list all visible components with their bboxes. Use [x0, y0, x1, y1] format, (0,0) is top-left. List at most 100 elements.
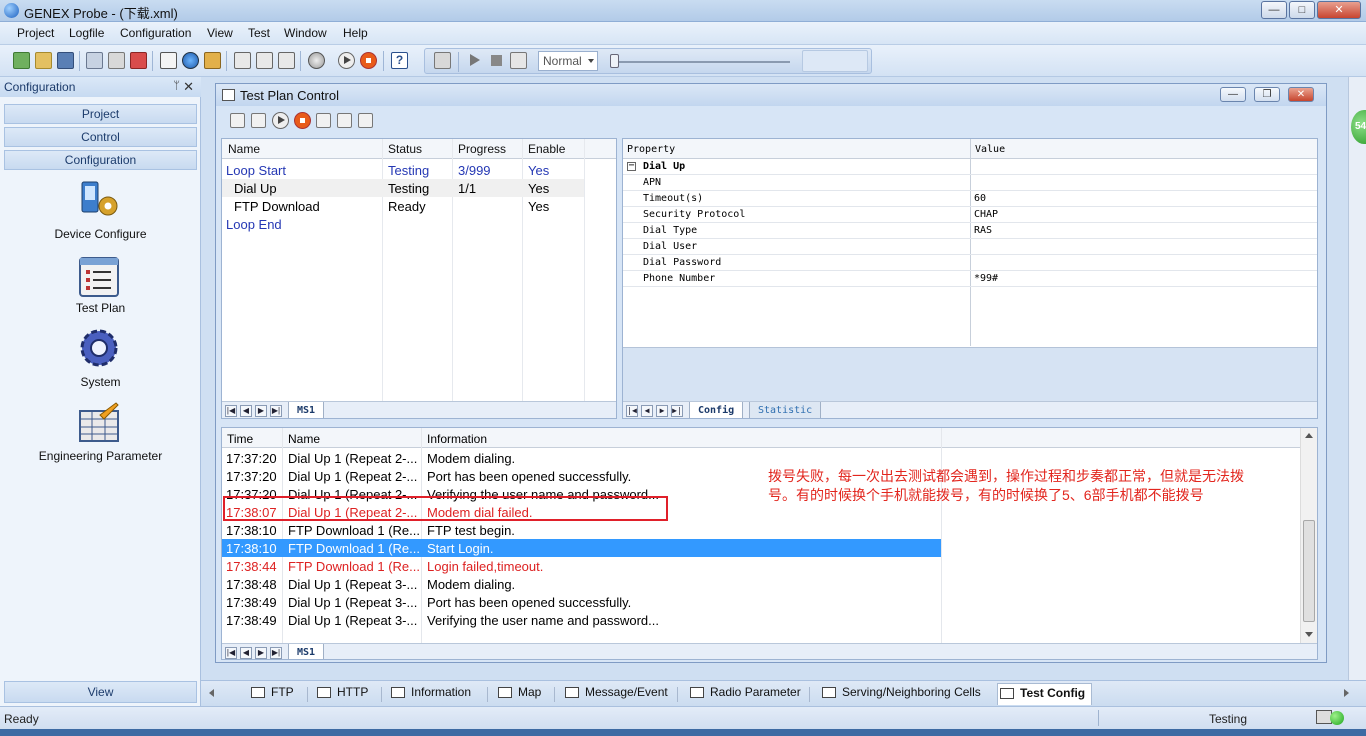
list-icon[interactable]	[160, 52, 177, 69]
tab-test-config[interactable]: Test Config	[997, 683, 1093, 705]
screenshot-icon[interactable]	[510, 52, 527, 69]
column-progress[interactable]: Progress	[458, 142, 506, 156]
panel-close-icon[interactable]: ✕	[183, 79, 194, 95]
column-information[interactable]: Information	[427, 432, 487, 446]
property-group-row[interactable]: − Dial Up	[623, 159, 1317, 175]
side-badge[interactable]: 54	[1351, 110, 1366, 144]
menu-help[interactable]: Help	[343, 26, 368, 40]
tab-scroll-left-icon[interactable]	[209, 689, 214, 697]
maximize-button[interactable]: □	[1289, 1, 1315, 19]
open-folder-icon[interactable]	[35, 52, 52, 69]
move-up-icon[interactable]	[316, 113, 331, 128]
prev-sheet-icon[interactable]: ◀	[240, 647, 252, 659]
view-button[interactable]: View	[4, 681, 197, 703]
record-icon[interactable]	[308, 52, 325, 69]
playback-stop-icon[interactable]	[488, 52, 505, 69]
play-icon[interactable]	[338, 52, 355, 69]
category-control[interactable]: Control	[4, 127, 197, 147]
import-plan-icon[interactable]	[230, 113, 245, 128]
delete-item-icon[interactable]	[358, 113, 373, 128]
open-log-icon[interactable]	[434, 52, 451, 69]
scroll-up-icon[interactable]	[1305, 433, 1313, 438]
column-property[interactable]: Property	[627, 144, 675, 155]
playback-speed-slider[interactable]	[610, 54, 619, 68]
prev-sheet-icon[interactable]: ◀	[641, 405, 653, 417]
next-sheet-icon[interactable]: ▶	[656, 405, 668, 417]
property-row[interactable]: Timeout(s) 60	[623, 191, 1317, 207]
test-plan-label[interactable]: Test Plan	[0, 301, 201, 315]
close-button[interactable]: ✕	[1317, 1, 1361, 19]
prev-sheet-icon[interactable]: ◀	[240, 405, 252, 417]
child-close-button[interactable]: ✕	[1288, 87, 1314, 102]
log-row[interactable]: 17:38:49 Dial Up 1 (Repeat 3-... Port ha…	[222, 593, 1302, 611]
log-row[interactable]: 17:38:48 Dial Up 1 (Repeat 3-... Modem d…	[222, 575, 1302, 593]
tab-information[interactable]: Information	[389, 685, 471, 703]
first-sheet-icon[interactable]: |◀	[225, 405, 237, 417]
category-configuration[interactable]: Configuration	[4, 150, 197, 170]
log-row[interactable]: 17:38:10 FTP Download 1 (Re... FTP test …	[222, 521, 1302, 539]
property-row[interactable]: Security Protocol CHAP	[623, 207, 1317, 223]
start-plan-icon[interactable]	[272, 112, 289, 129]
tab-message-event[interactable]: Message/Event	[563, 685, 668, 703]
collapse-icon[interactable]: −	[627, 161, 636, 171]
log-row-error[interactable]: 17:38:44 FTP Download 1 (Re... Login fai…	[222, 557, 1302, 575]
log-row[interactable]: 17:37:20 Dial Up 1 (Repeat 2-... Modem d…	[222, 449, 1302, 467]
property-row[interactable]: Dial User	[623, 239, 1317, 255]
tab-ftp[interactable]: FTP	[249, 685, 294, 703]
menu-test[interactable]: Test	[248, 26, 270, 40]
help-icon[interactable]: ?	[391, 52, 408, 69]
device-configure-icon[interactable]	[78, 178, 120, 220]
log-scrollbar[interactable]	[1300, 428, 1317, 643]
globe-icon[interactable]	[182, 52, 199, 69]
menu-project[interactable]: Project	[17, 26, 54, 40]
log-row-selected[interactable]: 17:38:10 FTP Download 1 (Re... Start Log…	[222, 539, 1302, 557]
property-row[interactable]: Phone Number *99#	[623, 271, 1317, 287]
device-edit-icon[interactable]	[278, 52, 295, 69]
menu-view[interactable]: View	[207, 26, 233, 40]
log-row[interactable]: 17:38:49 Dial Up 1 (Repeat 3-... Verifyi…	[222, 611, 1302, 629]
sheet-tab-ms1[interactable]: MS1	[288, 402, 325, 418]
export-icon[interactable]	[86, 52, 103, 69]
next-sheet-icon[interactable]: ▶	[255, 647, 267, 659]
system-label[interactable]: System	[0, 375, 201, 389]
column-value[interactable]: Value	[975, 144, 1005, 155]
test-plan-icon[interactable]	[78, 256, 120, 298]
device-settings-icon[interactable]	[256, 52, 273, 69]
category-project[interactable]: Project	[4, 104, 197, 124]
column-name[interactable]: Name	[288, 432, 320, 446]
minimize-button[interactable]: —	[1261, 1, 1287, 19]
device-icon[interactable]	[234, 52, 251, 69]
new-icon[interactable]	[13, 52, 30, 69]
next-sheet-icon[interactable]: ▶	[255, 405, 267, 417]
menu-window[interactable]: Window	[284, 26, 327, 40]
child-minimize-button[interactable]: —	[1220, 87, 1246, 102]
playback-play-icon[interactable]	[466, 52, 483, 69]
connect-icon[interactable]	[108, 52, 125, 69]
column-name[interactable]: Name	[228, 142, 260, 156]
table-row[interactable]: Loop Start Testing 3/999 Yes	[222, 161, 584, 179]
parameter-icon[interactable]	[204, 52, 221, 69]
first-sheet-icon[interactable]: |◀	[225, 647, 237, 659]
engineering-parameter-label[interactable]: Engineering Parameter	[0, 449, 201, 463]
stop-icon[interactable]	[360, 52, 377, 69]
menu-logfile[interactable]: Logfile	[69, 26, 104, 40]
system-gear-icon[interactable]	[78, 327, 120, 369]
column-enable[interactable]: Enable	[528, 142, 565, 156]
move-down-icon[interactable]	[337, 113, 352, 128]
pin-icon[interactable]: ᛘ	[173, 80, 180, 92]
scroll-down-icon[interactable]	[1305, 632, 1313, 637]
device-configure-label[interactable]: Device Configure	[0, 227, 201, 241]
save-icon[interactable]	[57, 52, 74, 69]
tab-scroll-right-icon[interactable]	[1344, 689, 1349, 697]
tab-serving-neighboring-cells[interactable]: Serving/Neighboring Cells	[820, 685, 981, 703]
property-row[interactable]: APN	[623, 175, 1317, 191]
stop-plan-icon[interactable]	[294, 112, 311, 129]
last-sheet-icon[interactable]: ▶|	[270, 405, 282, 417]
last-sheet-icon[interactable]: ▶|	[270, 647, 282, 659]
table-row[interactable]: Dial Up Testing 1/1 Yes	[222, 179, 584, 197]
sheet-tab-ms1[interactable]: MS1	[288, 644, 325, 659]
column-time[interactable]: Time	[227, 432, 253, 446]
disconnect-icon[interactable]	[130, 52, 147, 69]
table-row[interactable]: Loop End	[222, 215, 584, 233]
last-sheet-icon[interactable]: ▶|	[671, 405, 683, 417]
